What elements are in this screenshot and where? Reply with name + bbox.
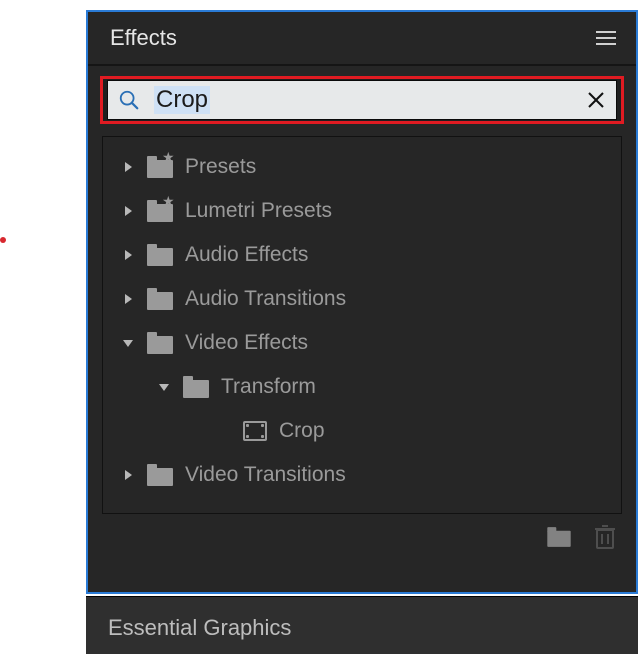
chevron-right-icon[interactable] [121,468,135,482]
folder-star-icon: ★ [147,156,173,178]
chevron-right-icon[interactable] [121,248,135,262]
tree-folder[interactable]: Transform [111,365,613,409]
search-icon [118,89,140,111]
chevron-down-icon[interactable] [121,336,135,350]
tree-folder[interactable]: Video Transitions [111,453,613,497]
tree-item-label: Presets [185,155,256,179]
tree-folder[interactable]: Audio Transitions [111,277,613,321]
effects-panel: Effects Crop ★ Presets ★ Lumetri Presets Aud… [86,10,638,594]
effect-item[interactable]: Crop [111,409,613,453]
effects-tree: ★ Presets ★ Lumetri Presets Audio Effects Aud… [102,136,622,514]
panel-menu-button[interactable] [594,25,618,51]
essential-graphics-panel[interactable]: Essential Graphics [86,596,638,654]
annotation-dot [0,237,6,243]
tree-folder[interactable]: ★ Presets [111,145,613,189]
folder-icon [147,288,173,310]
chevron-right-icon[interactable] [121,160,135,174]
search-row-highlight: Crop [100,76,624,124]
delete-button[interactable] [594,524,616,550]
clear-search-button[interactable] [586,90,606,110]
spacer [217,424,231,438]
tree-item-label: Video Effects [185,331,308,355]
chevron-right-icon[interactable] [121,292,135,306]
chevron-right-icon[interactable] [121,204,135,218]
panel-title: Effects [110,25,177,51]
tree-folder[interactable]: Audio Effects [111,233,613,277]
new-bin-button[interactable] [547,527,570,547]
folder-icon [183,376,209,398]
tree-item-label: Lumetri Presets [185,199,332,223]
essential-graphics-title: Essential Graphics [108,615,616,641]
panel-header: Effects [88,12,636,66]
folder-star-icon: ★ [147,200,173,222]
tree-item-label: Video Transitions [185,463,346,487]
folder-icon [147,244,173,266]
folder-icon [147,464,173,486]
search-field[interactable]: Crop [107,80,617,120]
tree-item-label: Audio Transitions [185,287,346,311]
folder-icon [147,332,173,354]
effect-icon [243,421,267,441]
tree-item-label: Crop [279,419,325,443]
chevron-down-icon[interactable] [157,380,171,394]
tree-folder[interactable]: ★ Lumetri Presets [111,189,613,233]
panel-footer [88,514,636,560]
tree-item-label: Transform [221,375,316,399]
tree-item-label: Audio Effects [185,243,308,267]
tree-folder[interactable]: Video Effects [111,321,613,365]
search-input[interactable]: Crop [154,86,210,114]
